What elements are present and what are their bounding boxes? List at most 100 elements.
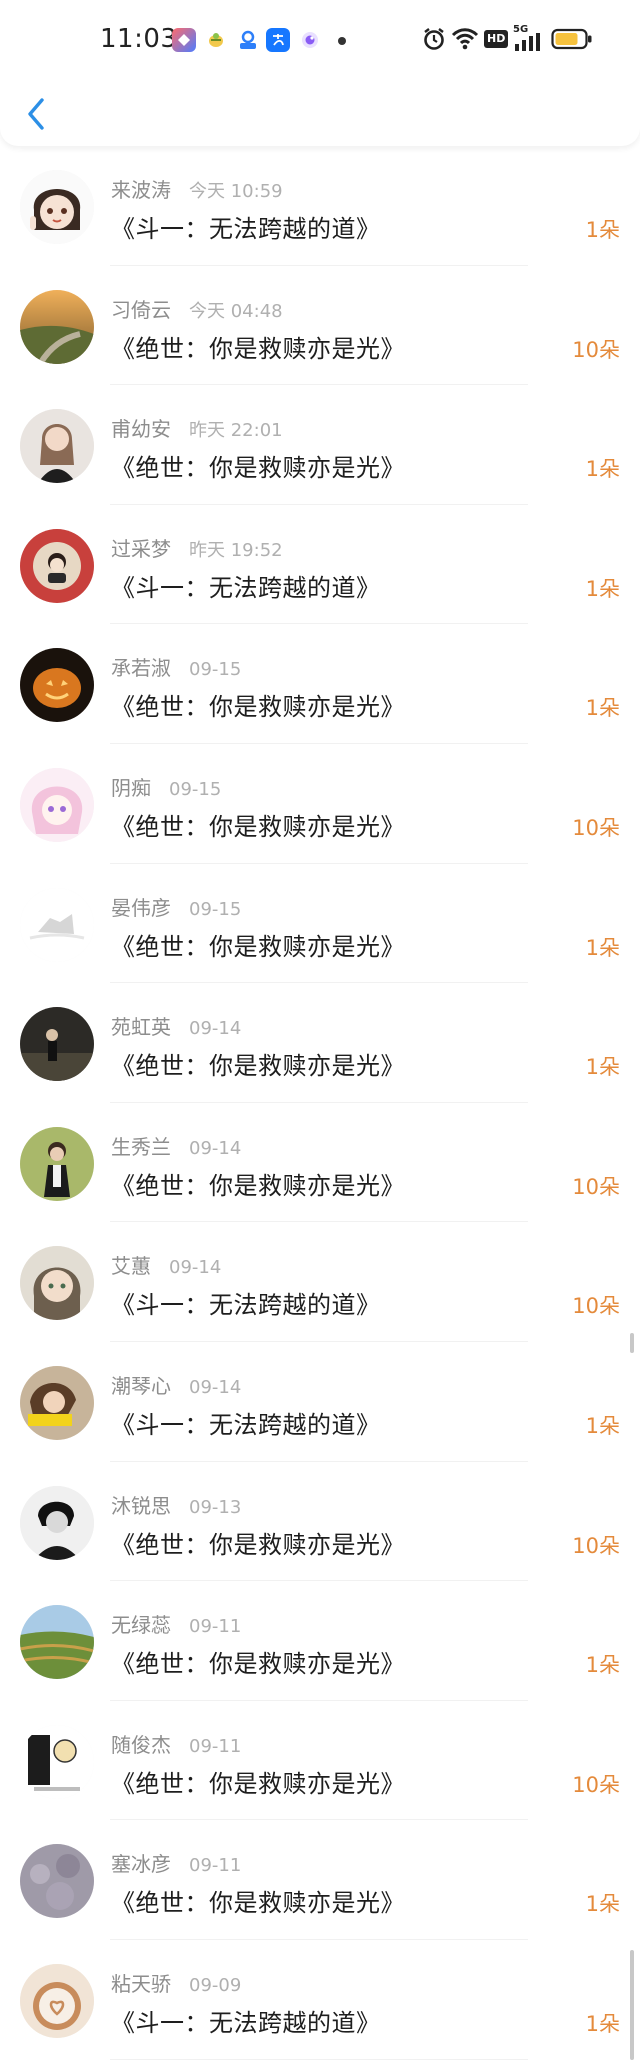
list-item[interactable]: 艾蕙 09-14 《斗一：无法跨越的道》 10朵 [0, 1222, 640, 1342]
flower-count: 10朵 [572, 1772, 620, 1797]
user-name: 艾蕙 [111, 1254, 151, 1279]
user-name: 来波涛 [111, 178, 171, 202]
list-item[interactable]: 沐锐思 09-13 《绝世：你是救赎亦是光》 10朵 [0, 1462, 640, 1582]
book-title: 《绝世：你是救赎亦是光》 [111, 812, 405, 841]
avatar[interactable] [20, 1365, 94, 1440]
list-item[interactable]: 潮琴心 09-14 《斗一：无法跨越的道》 1朵 [0, 1342, 640, 1462]
user-name: 生秀兰 [111, 1134, 171, 1159]
item-meta: 来波涛 今天 10:59 [111, 174, 283, 203]
book-title: 《绝世：你是救赎亦是光》 [111, 334, 405, 363]
hd-badge: HD [484, 30, 509, 48]
avatar[interactable] [20, 887, 94, 962]
gift-time: 今天 04:48 [189, 300, 283, 322]
chevron-left-icon[interactable] [22, 94, 48, 134]
book-title: 《绝世：你是救赎亦是光》 [111, 1769, 405, 1798]
user-name: 粘天骄 [111, 1971, 171, 1996]
user-name: 阴痴 [111, 775, 151, 800]
gift-time: 09-14 [169, 1257, 222, 1279]
avatar[interactable] [20, 1963, 94, 2038]
gift-time: 09-14 [189, 1376, 242, 1398]
flower-count: 1朵 [585, 935, 620, 960]
list-item[interactable]: 阴痴 09-15 《绝世：你是救赎亦是光》 10朵 [0, 744, 640, 864]
book-title: 《绝世：你是救赎亦是光》 [111, 1052, 405, 1081]
avatar[interactable] [20, 767, 94, 842]
item-meta: 无绿蕊 09-11 [111, 1609, 241, 1638]
flower-count: 1朵 [585, 576, 620, 601]
avatar[interactable] [20, 1485, 94, 1560]
gift-time: 09-14 [189, 1018, 242, 1040]
list-item[interactable]: 无绿蕊 09-11 《绝世：你是救赎亦是光》 1朵 [0, 1581, 640, 1701]
user-name: 随俊杰 [111, 1732, 171, 1757]
item-meta: 晏伟彦 09-15 [111, 892, 241, 921]
user-name: 习倚云 [111, 297, 171, 322]
avatar[interactable] [20, 1605, 94, 1680]
flower-count: 10朵 [572, 1533, 620, 1558]
item-meta: 生秀兰 09-14 [111, 1131, 241, 1160]
item-meta: 粘天骄 09-09 [111, 1968, 241, 1997]
list-item[interactable]: 塞冰彦 09-11 《绝世：你是救赎亦是光》 1朵 [0, 1820, 640, 1940]
item-meta: 苑虹英 09-14 [111, 1011, 241, 1040]
list-item[interactable]: 过采梦 昨天 19:52 《斗一：无法跨越的道》 1朵 [0, 505, 640, 625]
book-title: 《绝世：你是救赎亦是光》 [111, 1650, 405, 1679]
user-name: 承若淑 [111, 656, 171, 681]
list-item[interactable]: 晏伟彦 09-15 《绝世：你是救赎亦是光》 1朵 [0, 864, 640, 984]
app-icon-purple [298, 28, 322, 52]
item-meta: 过采梦 昨天 19:52 [111, 533, 283, 562]
gift-time: 昨天 22:01 [189, 420, 283, 442]
user-name: 甫幼安 [111, 417, 171, 442]
status-time: 11:03 [100, 24, 178, 54]
gift-time: 09-11 [189, 1855, 242, 1877]
list-item[interactable]: 来波涛 今天 10:59 《斗一：无法跨越的道》 1朵 [0, 146, 640, 266]
avatar[interactable] [20, 1246, 94, 1321]
user-name: 晏伟彦 [111, 895, 171, 920]
divider [110, 2058, 528, 2060]
flower-count: 10朵 [572, 1294, 620, 1319]
list-item[interactable]: 苑虹英 09-14 《绝世：你是救赎亦是光》 1朵 [0, 983, 640, 1103]
avatar[interactable] [20, 1007, 94, 1082]
user-name: 潮琴心 [111, 1373, 171, 1398]
avatar[interactable] [20, 409, 94, 484]
user-name: 过采梦 [111, 536, 171, 561]
item-meta: 随俊杰 09-11 [111, 1729, 241, 1758]
book-title: 《绝世：你是救赎亦是光》 [111, 1889, 405, 1918]
flower-count: 1朵 [585, 457, 620, 482]
alipay-icon [266, 28, 290, 52]
list-item[interactable]: 粘天骄 09-09 《斗一：无法跨越的道》 1朵 [0, 1940, 640, 2060]
app-icon [172, 28, 196, 52]
flower-count: 1朵 [585, 1413, 620, 1438]
avatar[interactable] [20, 528, 94, 603]
item-meta: 潮琴心 09-14 [111, 1370, 241, 1399]
scrollbar-thumb[interactable] [630, 1333, 634, 1353]
item-meta: 甫幼安 昨天 22:01 [111, 413, 283, 442]
signal-icon [515, 33, 540, 51]
avatar[interactable] [20, 1724, 94, 1799]
avatar[interactable] [20, 1844, 94, 1919]
gift-time: 今天 10:59 [189, 181, 283, 202]
item-meta: 承若淑 09-15 [111, 652, 241, 681]
gift-time: 09-13 [189, 1496, 242, 1518]
item-meta: 塞冰彦 09-11 [111, 1848, 241, 1877]
item-meta: 习倚云 今天 04:48 [111, 294, 283, 323]
flower-count: 1朵 [585, 1892, 620, 1917]
flower-count: 1朵 [585, 1653, 620, 1678]
avatar[interactable] [20, 289, 94, 364]
avatar[interactable] [20, 170, 94, 244]
flower-count: 10朵 [572, 337, 620, 362]
scrollbar-thumb[interactable] [630, 1950, 634, 2060]
flower-count: 1朵 [585, 218, 620, 242]
list-item[interactable]: 甫幼安 昨天 22:01 《绝世：你是救赎亦是光》 1朵 [0, 385, 640, 505]
gift-time: 09-15 [169, 778, 222, 800]
avatar[interactable] [20, 1126, 94, 1201]
list-item[interactable]: 生秀兰 09-14 《绝世：你是救赎亦是光》 10朵 [0, 1103, 640, 1223]
item-meta: 阴痴 09-15 [111, 772, 221, 801]
gift-time: 09-14 [189, 1137, 242, 1159]
gift-list: 来波涛 今天 10:59 《斗一：无法跨越的道》 1朵 习倚云 今天 04:48… [0, 146, 640, 2060]
list-item[interactable]: 习倚云 今天 04:48 《绝世：你是救赎亦是光》 10朵 [0, 266, 640, 386]
list-item[interactable]: 承若淑 09-15 《绝世：你是救赎亦是光》 1朵 [0, 624, 640, 744]
alarm-icon [424, 28, 444, 50]
avatar[interactable] [20, 648, 94, 723]
list-item[interactable]: 随俊杰 09-11 《绝世：你是救赎亦是光》 10朵 [0, 1701, 640, 1821]
gift-time: 09-09 [189, 1974, 242, 1996]
book-title: 《斗一：无法跨越的道》 [111, 2008, 381, 2037]
item-meta: 沐锐思 09-13 [111, 1490, 241, 1519]
